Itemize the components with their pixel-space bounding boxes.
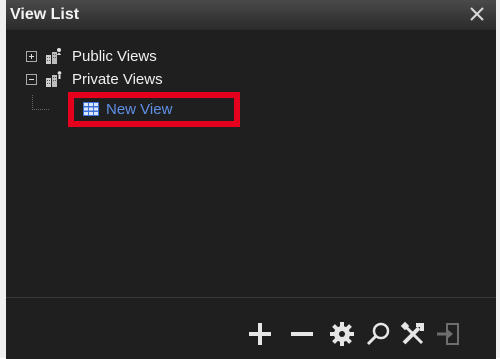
tree-node-public-views[interactable]: Public Views — [26, 45, 157, 67]
tree-node-new-view[interactable]: New View — [83, 99, 172, 119]
tree-node-private-views[interactable]: Private Views — [26, 68, 163, 90]
remove-view-button[interactable] — [288, 320, 316, 348]
export-icon — [437, 323, 459, 345]
collapse-icon[interactable] — [26, 73, 37, 85]
tree-connector — [32, 95, 49, 110]
panel-title: View List — [10, 6, 80, 23]
tools-icon — [400, 321, 424, 345]
close-button[interactable] — [466, 3, 488, 25]
export-button[interactable] — [434, 320, 462, 348]
settings-button[interactable] — [328, 320, 356, 348]
grid-view-icon — [83, 102, 99, 116]
search-button[interactable] — [364, 320, 392, 348]
search-icon — [366, 322, 390, 346]
tree-node-label: Public Views — [72, 47, 157, 65]
tree-node-label: New View — [106, 100, 173, 118]
private-views-folder-icon — [46, 71, 62, 87]
toolbar — [6, 297, 496, 359]
expand-icon[interactable] — [26, 50, 37, 62]
add-icon — [249, 323, 271, 345]
shared-views-folder-icon — [46, 48, 61, 64]
view-list-panel: View List Public Views Private Views New… — [0, 0, 500, 359]
settings-icon — [330, 322, 354, 346]
add-view-button[interactable] — [246, 320, 274, 348]
remove-icon — [291, 332, 313, 336]
close-icon — [470, 7, 484, 21]
tree-node-label: Private Views — [72, 70, 163, 88]
view-tree: Public Views Private Views New View — [6, 30, 496, 295]
title-bar: View List — [6, 0, 496, 31]
tools-button[interactable] — [399, 320, 427, 348]
